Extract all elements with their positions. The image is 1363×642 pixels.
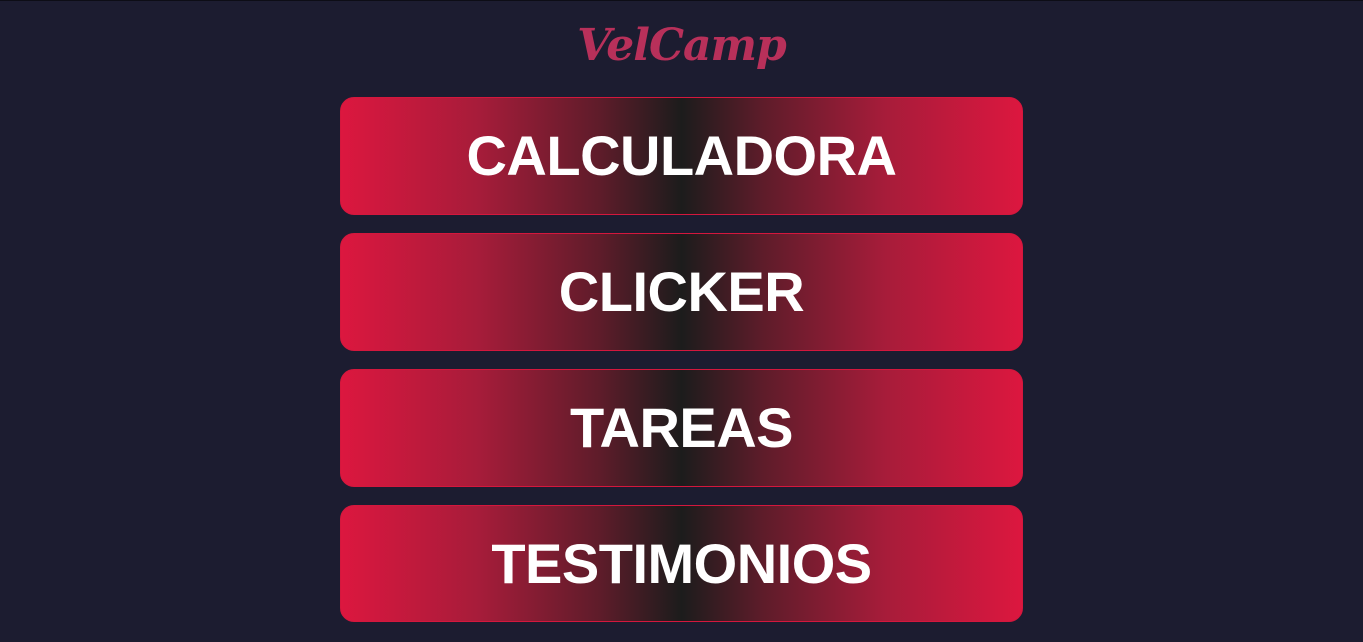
testimonios-button[interactable]: TESTIMONIOS (340, 505, 1023, 622)
clicker-button[interactable]: CLICKER (340, 233, 1023, 351)
brand-logo: VelCamp (577, 20, 787, 71)
calculadora-button[interactable]: CALCULADORA (340, 97, 1023, 215)
clicker-label: CLICKER (558, 260, 805, 323)
main-menu: CALCULADORA CLICKER TAREAS TESTIMONIOS (340, 97, 1023, 622)
calculadora-label: CALCULADORA (466, 124, 897, 187)
tareas-label: TAREAS (569, 396, 794, 459)
testimonios-label: TESTIMONIOS (491, 531, 872, 595)
tareas-button[interactable]: TAREAS (340, 369, 1023, 487)
top-divider (0, 0, 1363, 1)
